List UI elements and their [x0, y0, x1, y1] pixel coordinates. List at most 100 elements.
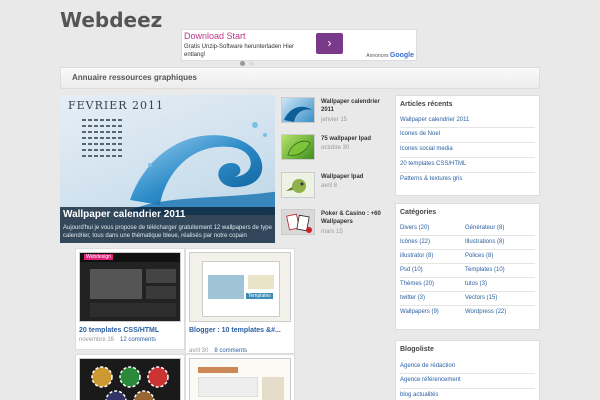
navbar: Annuaire ressources graphiques: [60, 67, 540, 89]
thumb-block: [248, 275, 274, 289]
thumb-panel: [146, 269, 176, 283]
calendar-day-mark: [94, 119, 98, 121]
thumb-panel: [146, 286, 176, 299]
grid-post-card[interactable]: [185, 354, 295, 400]
grid-post-thumb[interactable]: [189, 358, 291, 400]
recent-post-link[interactable]: Wallpaper calendrier 2011: [400, 117, 469, 123]
categories-widget: Catégories Divers (20) Générateur (8) Icôn…: [395, 203, 540, 330]
category-link[interactable]: Illustrations (8): [465, 239, 504, 245]
calendar-day-mark: [88, 149, 92, 151]
grid-post-card[interactable]: Templates Blogger : 10 templates &#... a…: [185, 248, 295, 354]
calendar-day-mark: [82, 119, 86, 121]
calendar-day-mark: [82, 155, 86, 157]
grid-post-card[interactable]: Webdesign 20 templates CSS/HTML novembre…: [75, 248, 185, 350]
widget-title: Catégories: [400, 209, 437, 216]
category-link[interactable]: Divers (20): [400, 225, 429, 231]
blogroll-link[interactable]: blog actualités: [400, 392, 438, 398]
category-link[interactable]: Templates (10): [465, 267, 505, 273]
recent-post-link[interactable]: Patterns & textures gris: [400, 176, 462, 182]
side-post-title[interactable]: Poker & Casino : +60 Wallpapers: [321, 210, 391, 226]
ad-headline[interactable]: Download Start: [184, 31, 246, 41]
side-post[interactable]: Wallpaper calendrier 2011 janvier 15: [281, 97, 389, 133]
thumb-panel: [90, 303, 176, 317]
grid-post-thumb[interactable]: Webdesign: [79, 252, 181, 322]
calendar-day-mark: [100, 155, 104, 157]
ad-pager-dot[interactable]: [249, 61, 254, 66]
calendar-day-mark: [112, 137, 116, 139]
thumb-panel: [90, 269, 142, 299]
calendar-day-mark: [88, 125, 92, 127]
side-post-title[interactable]: 75 wallpaper Ipad: [321, 135, 391, 143]
widget-separator: [400, 263, 535, 264]
category-link[interactable]: tutos (3): [465, 281, 487, 287]
side-post[interactable]: Poker & Casino : +60 Wallpapers mars 15: [281, 209, 389, 245]
thumb-block: [208, 275, 244, 299]
ad-banner[interactable]: Download Start Gratis Unzip-Software her…: [181, 29, 417, 61]
calendar-day-mark: [100, 143, 104, 145]
grid-post-card[interactable]: [75, 354, 185, 400]
category-link[interactable]: Générateur (8): [465, 225, 504, 231]
grid-post-title[interactable]: 20 templates CSS/HTML: [79, 326, 159, 335]
side-post-thumb[interactable]: [281, 172, 315, 198]
calendar-day-mark: [106, 131, 110, 133]
calendar-day-mark: [112, 125, 116, 127]
ad-arrow-button[interactable]: ›: [316, 33, 343, 54]
wave-thumb-graphic: [284, 106, 312, 122]
recent-post-link[interactable]: 20 templates CSS/HTML: [400, 161, 466, 167]
side-post-title[interactable]: Wallpaper calendrier 2011: [321, 98, 391, 114]
recent-post-link[interactable]: Icones de Noel: [400, 131, 440, 137]
featured-slide[interactable]: FEVRIER 2011 Wallpaper calendrier 2011 A…: [60, 95, 275, 243]
side-post[interactable]: Wallpaper Ipad avril 8: [281, 172, 389, 208]
side-post-thumb[interactable]: [281, 134, 315, 160]
widget-separator: [400, 291, 535, 292]
side-post-date: octobre 30: [321, 145, 350, 151]
side-post-thumb[interactable]: [281, 97, 315, 123]
category-link[interactable]: Icônes (22): [400, 239, 430, 245]
grid-post-title[interactable]: Blogger : 10 templates &#...: [189, 326, 293, 335]
calendar-day-mark: [94, 125, 98, 127]
category-link[interactable]: twitter (3): [400, 295, 425, 301]
category-link[interactable]: Psd (10): [400, 267, 423, 273]
grid-post-thumb[interactable]: Templates: [189, 252, 291, 322]
grid-post-thumb[interactable]: [79, 358, 181, 400]
calendar-day-mark: [94, 149, 98, 151]
side-post-date: mars 15: [321, 229, 343, 235]
leaf-thumb-graphic: [287, 140, 311, 156]
ad-pager-dot[interactable]: [240, 61, 245, 66]
featured-title[interactable]: Wallpaper calendrier 2011: [63, 209, 185, 220]
calendar-day-mark: [88, 143, 92, 145]
calendar-day-mark: [82, 143, 86, 145]
category-link[interactable]: Polices (8): [465, 253, 493, 259]
thumb-block: [262, 377, 284, 400]
recent-post-link[interactable]: Icones social media: [400, 146, 453, 152]
calendar-day-mark: [94, 131, 98, 133]
side-post-title[interactable]: Wallpaper Ipad: [321, 173, 391, 181]
ad-brand: Annonces Google: [366, 52, 414, 59]
side-post-date: avril 8: [321, 183, 338, 189]
calendar-day-mark: [100, 119, 104, 121]
side-post-thumb[interactable]: [281, 209, 315, 235]
side-post[interactable]: 75 wallpaper Ipad octobre 30: [281, 134, 389, 170]
blogroll-widget: Blogoliste Agence de rédaction Agence ré…: [395, 340, 540, 400]
ad-brand-name: Google: [389, 52, 414, 59]
category-link[interactable]: Wallpapers (9): [400, 309, 439, 315]
widget-separator: [400, 305, 535, 306]
calendar-day-mark: [106, 119, 110, 121]
calendar-day-mark: [112, 143, 116, 145]
thumb-logo: Webdesign: [84, 254, 113, 260]
category-link[interactable]: illustrator (8): [400, 253, 433, 259]
blogroll-link[interactable]: Agence référencement: [400, 377, 461, 383]
widget-separator: [400, 373, 535, 374]
site-title[interactable]: Webdeez: [60, 8, 162, 32]
widget-separator: [400, 127, 535, 128]
blogroll-link[interactable]: Agence de rédaction: [400, 363, 455, 369]
grid-post-comments[interactable]: 12 comments: [120, 337, 156, 343]
bird-thumb-graphic: [286, 179, 306, 193]
calendar-day-mark: [112, 155, 116, 157]
poker-chips-graphic: [91, 366, 169, 400]
category-link[interactable]: Vectors (15): [465, 295, 497, 301]
nav-label[interactable]: Annuaire ressources graphiques: [72, 73, 197, 82]
category-link[interactable]: Thèmes (20): [400, 281, 434, 287]
category-link[interactable]: Wordpress (22): [465, 309, 506, 315]
widget-title: Blogoliste: [400, 346, 434, 353]
